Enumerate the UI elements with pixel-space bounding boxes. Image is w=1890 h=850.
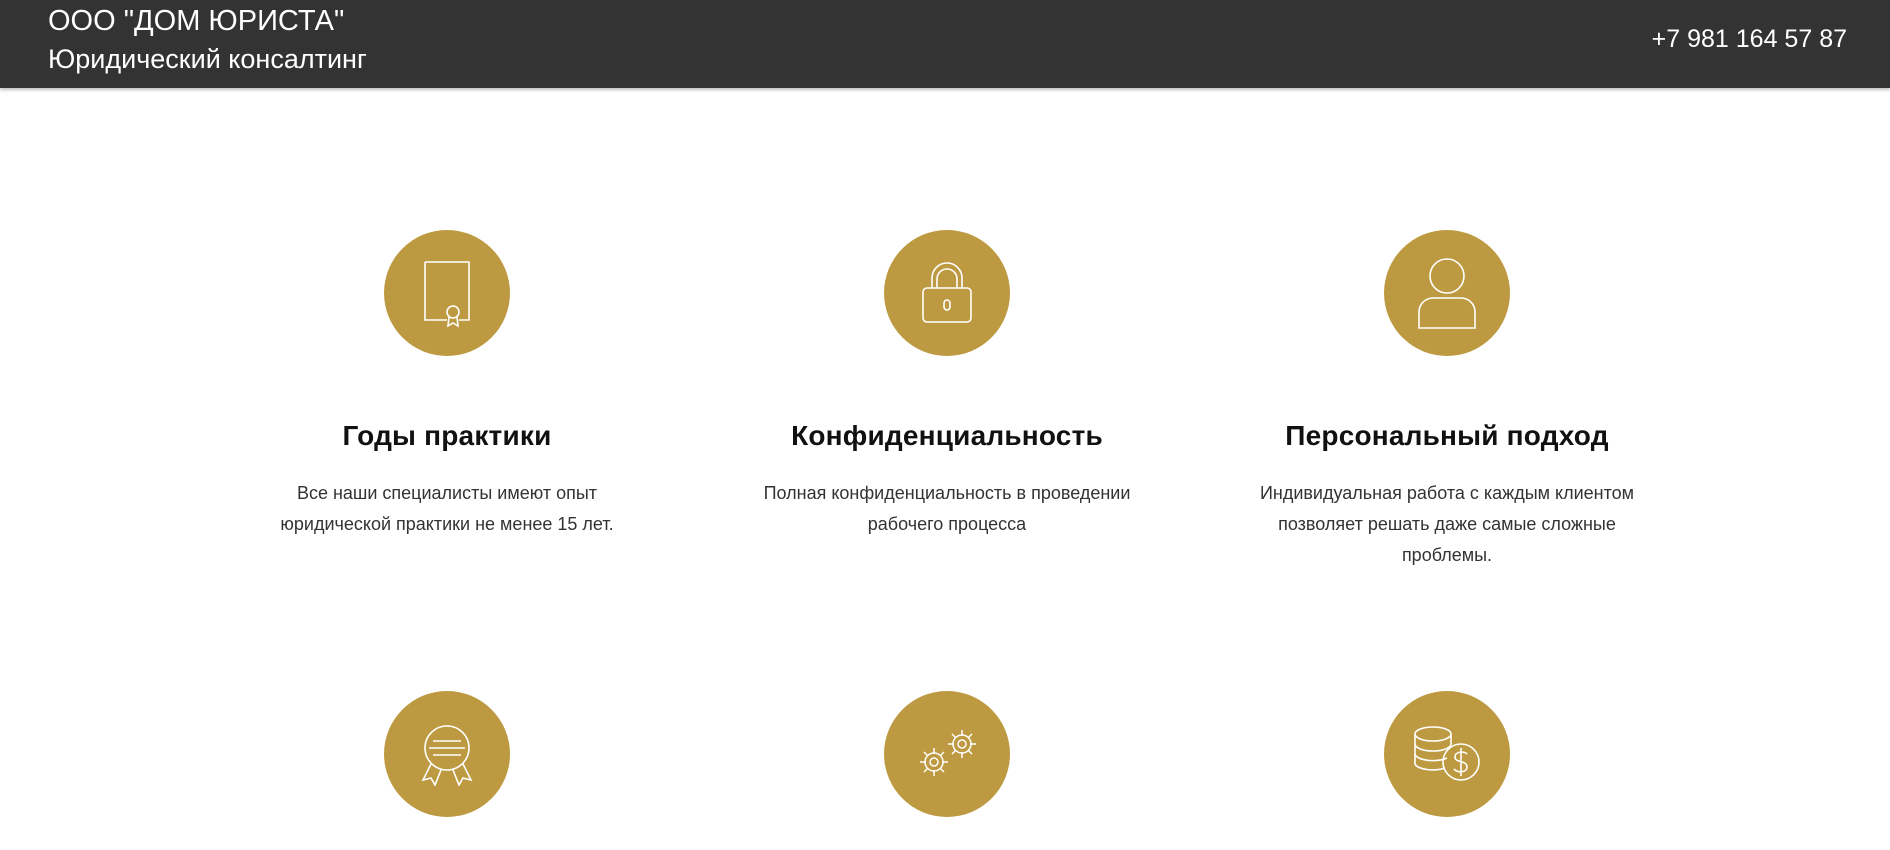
feature-personal-approach: Персональный подход Индивидуальная работ… <box>1237 230 1657 571</box>
brand[interactable]: ООО "ДОМ ЮРИСТА" Юридический консалтинг <box>48 2 367 78</box>
company-tagline: Юридический консалтинг <box>48 44 367 74</box>
feature-description: Все наши специалисты имеют опыт юридичес… <box>280 483 614 534</box>
feature-years-of-practice: Годы практики Все наши специалисты имеют… <box>237 230 657 540</box>
feature-description: Индивидуальная работа с каждым клиентом … <box>1259 483 1635 565</box>
feature-icon-circle <box>1384 230 1510 356</box>
feature-finance <box>1237 691 1657 817</box>
phone-link[interactable]: +7 981 164 57 87 <box>1652 20 1847 58</box>
gears-icon <box>920 730 976 776</box>
site-header: ООО "ДОМ ЮРИСТА" Юридический консалтинг … <box>0 0 1890 88</box>
user-icon <box>1418 258 1476 329</box>
padlock-icon <box>922 262 972 323</box>
feature-process <box>737 691 1157 817</box>
coins-dollar-icon <box>1414 726 1480 781</box>
feature-title: Конфиденциальность <box>791 420 1103 451</box>
feature-icon-circle <box>384 691 510 817</box>
company-name: ООО "ДОМ ЮРИСТА" <box>48 5 345 37</box>
feature-confidentiality: Конфиденциальность Полная конфиденциальн… <box>737 230 1157 540</box>
feature-icon-circle <box>884 691 1010 817</box>
feature-title: Персональный подход <box>1285 420 1609 451</box>
certificate-document-icon <box>424 261 470 328</box>
feature-title: Годы практики <box>342 420 552 451</box>
feature-description: Полная конфиденциальность в проведении р… <box>763 483 1131 534</box>
award-badge-icon <box>421 725 473 786</box>
feature-icon-circle <box>1384 691 1510 817</box>
feature-award <box>237 691 657 817</box>
feature-icon-circle <box>884 230 1010 356</box>
features-section: Годы практики Все наши специалисты имеют… <box>0 0 1890 850</box>
feature-icon-circle <box>384 230 510 356</box>
